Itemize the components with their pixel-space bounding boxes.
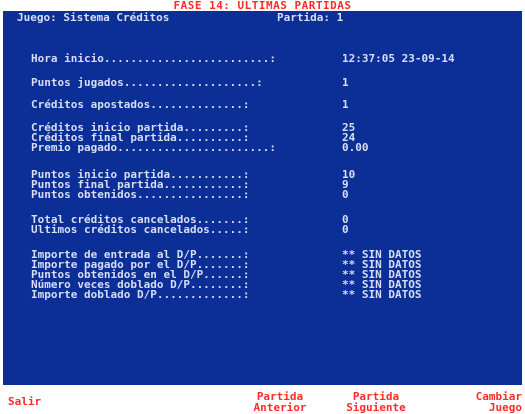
page-title: FASE 14: ULTIMAS PARTIDAS	[173, 0, 352, 12]
change-game-line1: Cambiar	[475, 389, 522, 403]
start-time-value: 12:37:05 23-09-14	[342, 52, 455, 65]
previous-match-line2: Anterior	[253, 400, 307, 414]
dp-doubled-amount-value: ** SIN DATOS	[342, 288, 422, 301]
last-credits-cancelled-label: Ultimos créditos cancelados.....:	[31, 223, 250, 236]
previous-match-line1: Partida	[256, 389, 304, 403]
last-credits-cancelled-value: 0	[342, 223, 349, 236]
previous-match-button[interactable]: Partida Anterior	[238, 389, 322, 414]
change-game-button[interactable]: Cambiar Juego	[452, 389, 522, 414]
start-time-label: Hora inicio.........................:	[31, 52, 277, 65]
dp-doubled-amount-label: Importe doblado D/P.............:	[31, 288, 250, 301]
points-played-value: 1	[342, 76, 349, 89]
credits-bet-value: 1	[342, 98, 349, 111]
change-game-line2: Juego	[488, 400, 522, 414]
prize-paid-value: 0.00	[342, 141, 369, 154]
function-key-bar: Salir Partida Anterior Partida Siguiente…	[0, 389, 525, 414]
prize-paid-label: Premio pagado.......................:	[31, 141, 277, 154]
next-match-line1: Partida	[352, 389, 400, 403]
next-match-line2: Siguiente	[346, 400, 406, 414]
points-played-label: Puntos jugados....................:	[31, 76, 263, 89]
points-obtained-label: Puntos obtenidos................:	[31, 188, 250, 201]
terminal-screen: Juego: Sistema Créditos Partida: 1 Hora …	[3, 11, 522, 385]
exit-button[interactable]: Salir	[8, 389, 54, 414]
exit-button-label: Salir	[8, 395, 42, 408]
match-label: Partida: 1	[277, 11, 344, 24]
credits-bet-label: Créditos apostados..............:	[31, 98, 250, 111]
game-label: Juego: Sistema Créditos	[17, 11, 170, 24]
points-obtained-value: 0	[342, 188, 349, 201]
next-match-button[interactable]: Partida Siguiente	[330, 389, 422, 414]
